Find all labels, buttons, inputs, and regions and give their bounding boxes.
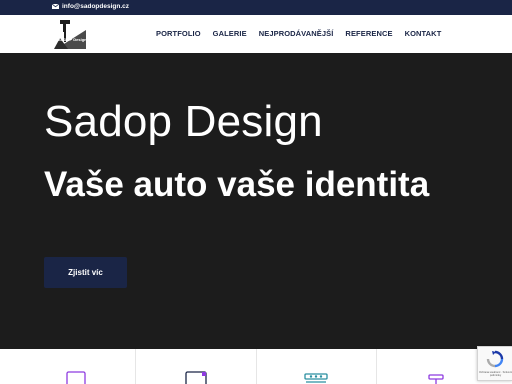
recaptcha-text: Ochrana soukromí · Smluvní podmínky <box>479 371 512 378</box>
site-header: SADOP Design PORTFOLIO GALERIE NEJPRODÁV… <box>0 15 512 53</box>
hero-subtitle: Vaše auto vaše identita <box>44 165 430 204</box>
envelope-icon <box>52 4 59 9</box>
nav-item-portfolio[interactable]: PORTFOLIO <box>156 29 201 38</box>
recaptcha-badge[interactable]: Ochrana soukromí · Smluvní podmínky <box>477 346 512 381</box>
nav-item-kontakt[interactable]: KONTAKT <box>405 29 442 38</box>
logo[interactable] <box>54 18 86 49</box>
email-text: info@sadopdesign.cz <box>62 3 130 10</box>
feature-card[interactable] <box>136 349 257 384</box>
display-icon <box>185 371 207 384</box>
feature-cards <box>16 349 496 384</box>
main-nav: PORTFOLIO GALERIE NEJPRODÁVANĚJŠÍ REFERE… <box>156 29 441 38</box>
nav-item-reference[interactable]: REFERENCE <box>345 29 392 38</box>
recaptcha-icon <box>486 350 504 368</box>
logo-text: SADOP Design <box>58 37 87 42</box>
feature-card[interactable] <box>16 349 137 384</box>
email-link[interactable]: info@sadopdesign.cz <box>52 3 129 10</box>
learn-more-button[interactable]: Zjistit víc <box>44 257 127 288</box>
nav-item-nejprodavanejsi[interactable]: NEJPRODÁVANĚJŠÍ <box>259 29 334 38</box>
monitor-icon <box>65 371 86 384</box>
paint-roller-icon <box>428 374 445 384</box>
hero-section: Sadop Design Vaše auto vaše identita Zji… <box>0 53 512 349</box>
nav-item-galerie[interactable]: GALERIE <box>213 29 247 38</box>
car-wash-icon <box>304 373 328 383</box>
feature-card[interactable] <box>257 349 377 384</box>
hero-title: Sadop Design <box>44 97 323 146</box>
top-bar: info@sadopdesign.cz <box>0 0 512 15</box>
